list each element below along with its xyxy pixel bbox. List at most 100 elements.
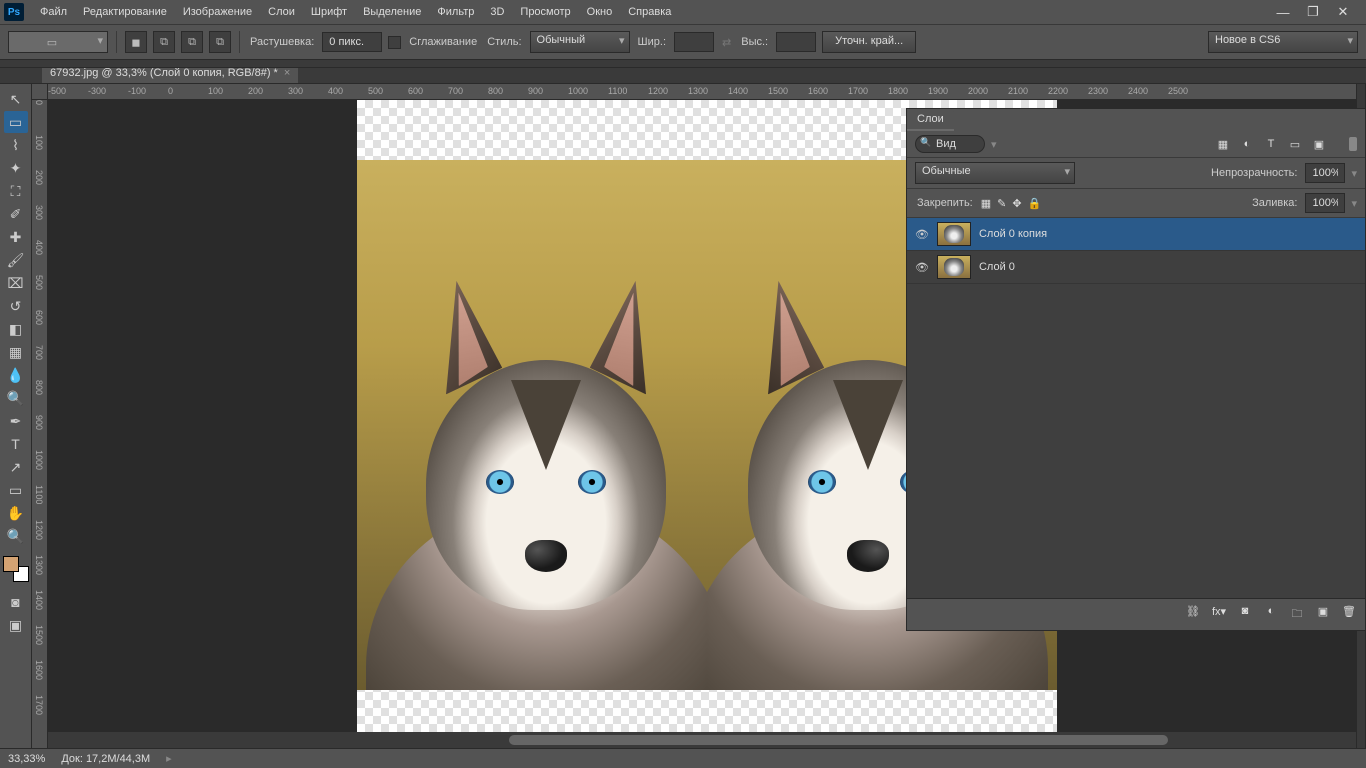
visibility-icon[interactable]: 👁 xyxy=(915,228,929,241)
pen-tool[interactable]: ✒ xyxy=(4,410,28,432)
blend-mode-select[interactable]: Обычные xyxy=(915,162,1075,184)
layers-panel: Слои Вид ▾ ▦ ◐ T ▭ ▣ Обычные Непрозрачно… xyxy=(906,108,1366,631)
foreground-color[interactable] xyxy=(3,556,19,572)
hand-tool[interactable]: ✋ xyxy=(4,502,28,524)
subtract-selection-icon[interactable]: ⧉ xyxy=(181,31,203,53)
ruler-corner[interactable] xyxy=(32,84,48,100)
menu-view[interactable]: Просмотр xyxy=(512,2,578,22)
menu-window[interactable]: Окно xyxy=(579,2,621,22)
move-tool[interactable]: ↖ xyxy=(4,88,28,110)
menu-3d[interactable]: 3D xyxy=(482,2,512,22)
visibility-icon[interactable]: 👁 xyxy=(915,261,929,274)
mask-icon[interactable]: ◙ xyxy=(1237,605,1253,624)
menu-select[interactable]: Выделение xyxy=(355,2,429,22)
add-selection-icon[interactable]: ⧉ xyxy=(153,31,175,53)
delete-layer-icon[interactable]: 🗑 xyxy=(1341,605,1357,624)
new-selection-icon[interactable]: ◼ xyxy=(125,31,147,53)
ruler-vertical[interactable]: 0100200300400500600700800900100011001200… xyxy=(32,100,48,748)
layer-name[interactable]: Слой 0 xyxy=(979,261,1015,273)
new-layer-icon[interactable]: ▣ xyxy=(1315,605,1331,624)
eyedropper-tool[interactable]: ✐ xyxy=(4,203,28,225)
adjustment-icon[interactable]: ◐ xyxy=(1263,605,1279,624)
antialias-checkbox[interactable] xyxy=(388,36,401,49)
crop-tool[interactable]: ⛶ xyxy=(4,180,28,202)
marquee-tool-icon[interactable]: ▭ xyxy=(8,31,108,53)
gradient-tool[interactable]: ▦ xyxy=(4,341,28,363)
filter-adjust-icon[interactable]: ◐ xyxy=(1239,138,1255,151)
lock-paint-icon[interactable]: ✎ xyxy=(997,197,1006,210)
opacity-input[interactable] xyxy=(1305,163,1345,183)
height-input[interactable] xyxy=(776,32,816,52)
menu-layers[interactable]: Слои xyxy=(260,2,303,22)
menu-image[interactable]: Изображение xyxy=(175,2,260,22)
intersect-selection-icon[interactable]: ⧉ xyxy=(209,31,231,53)
status-bar: 33,33% Док: 17,2M/44,3M ▸ xyxy=(0,748,1366,768)
whats-new-select[interactable]: Новое в CS6 xyxy=(1208,31,1358,53)
window-maximize-button[interactable]: ❐ xyxy=(1302,4,1324,20)
doc-size-value: 17,2M/44,3M xyxy=(86,753,150,765)
swap-icon[interactable]: ⇄ xyxy=(722,36,731,49)
shape-tool[interactable]: ▭ xyxy=(4,479,28,501)
group-icon[interactable]: 🗀 xyxy=(1289,605,1305,624)
menu-help[interactable]: Справка xyxy=(620,2,679,22)
type-tool[interactable]: T xyxy=(4,433,28,455)
feather-input[interactable] xyxy=(322,32,382,52)
eraser-tool[interactable]: ◧ xyxy=(4,318,28,340)
refine-edge-button[interactable]: Уточн. край... xyxy=(822,31,916,53)
collapsed-panel-top[interactable] xyxy=(0,60,1366,68)
antialias-label: Сглаживание xyxy=(409,36,477,48)
layers-panel-tab[interactable]: Слои xyxy=(907,109,954,131)
color-swatches[interactable] xyxy=(3,556,29,582)
lasso-tool[interactable]: ⌇ xyxy=(4,134,28,156)
heal-tool[interactable]: ✚ xyxy=(4,226,28,248)
close-tab-icon[interactable]: × xyxy=(284,67,290,79)
filter-smart-icon[interactable]: ▣ xyxy=(1311,138,1327,151)
layer-thumbnail[interactable] xyxy=(937,222,971,246)
brush-tool[interactable]: 🖌 xyxy=(4,249,28,271)
path-tool[interactable]: ↗ xyxy=(4,456,28,478)
filter-toggle[interactable] xyxy=(1349,137,1357,151)
style-select[interactable]: Обычный xyxy=(530,31,630,53)
fill-input[interactable] xyxy=(1305,193,1345,213)
main-menu: Файл Редактирование Изображение Слои Шри… xyxy=(32,2,679,22)
wand-tool[interactable]: ✦ xyxy=(4,157,28,179)
history-brush-tool[interactable]: ↺ xyxy=(4,295,28,317)
blur-tool[interactable]: 💧 xyxy=(4,364,28,386)
filter-text-icon[interactable]: T xyxy=(1263,138,1279,151)
fx-icon[interactable]: fx▾ xyxy=(1211,605,1227,624)
fill-label: Заливка: xyxy=(1252,197,1297,209)
layer-row[interactable]: 👁 Слой 0 копия xyxy=(907,218,1365,251)
window-close-button[interactable]: ✕ xyxy=(1332,4,1354,20)
zoom-level[interactable]: 33,33% xyxy=(8,753,45,765)
lock-transparent-icon[interactable]: ▦ xyxy=(981,197,991,210)
status-menu-icon[interactable]: ▸ xyxy=(166,752,172,765)
lock-all-icon[interactable]: 🔒 xyxy=(1028,197,1042,210)
layer-thumbnail[interactable] xyxy=(937,255,971,279)
lock-position-icon[interactable]: ✥ xyxy=(1012,197,1021,210)
menu-filter[interactable]: Фильтр xyxy=(429,2,482,22)
style-label: Стиль: xyxy=(487,36,521,48)
filter-shape-icon[interactable]: ▭ xyxy=(1287,138,1303,151)
width-input[interactable] xyxy=(674,32,714,52)
link-layers-icon[interactable]: ⛓ xyxy=(1185,605,1201,624)
window-minimize-button[interactable]: — xyxy=(1272,4,1294,20)
menu-type[interactable]: Шрифт xyxy=(303,2,355,22)
layer-row[interactable]: 👁 Слой 0 xyxy=(907,251,1365,284)
menu-edit[interactable]: Редактирование xyxy=(75,2,175,22)
menu-file[interactable]: Файл xyxy=(32,2,75,22)
marquee-tool[interactable]: ▭ xyxy=(4,111,28,133)
doc-size-label: Док: xyxy=(61,753,83,765)
dodge-tool[interactable]: 🔍 xyxy=(4,387,28,409)
zoom-tool[interactable]: 🔍 xyxy=(4,525,28,547)
toolbox: ↖ ▭ ⌇ ✦ ⛶ ✐ ✚ 🖌 ⌧ ↺ ◧ ▦ 💧 🔍 ✒ T ↗ ▭ ✋ 🔍 … xyxy=(0,84,32,748)
horizontal-scrollbar[interactable] xyxy=(48,732,1366,748)
height-label: Выс.: xyxy=(741,36,768,48)
filter-pixel-icon[interactable]: ▦ xyxy=(1215,138,1231,151)
quickmask-tool[interactable]: ◙ xyxy=(4,591,28,613)
options-bar: ▭ ◼ ⧉ ⧉ ⧉ Растушевка: Сглаживание Стиль:… xyxy=(0,24,1366,60)
screenmode-tool[interactable]: ▣ xyxy=(4,614,28,636)
ruler-horizontal[interactable]: -500-300-1000100200300400500600700800900… xyxy=(48,84,1366,100)
stamp-tool[interactable]: ⌧ xyxy=(4,272,28,294)
layer-filter-select[interactable]: Вид xyxy=(915,135,985,153)
layer-name[interactable]: Слой 0 копия xyxy=(979,228,1047,240)
